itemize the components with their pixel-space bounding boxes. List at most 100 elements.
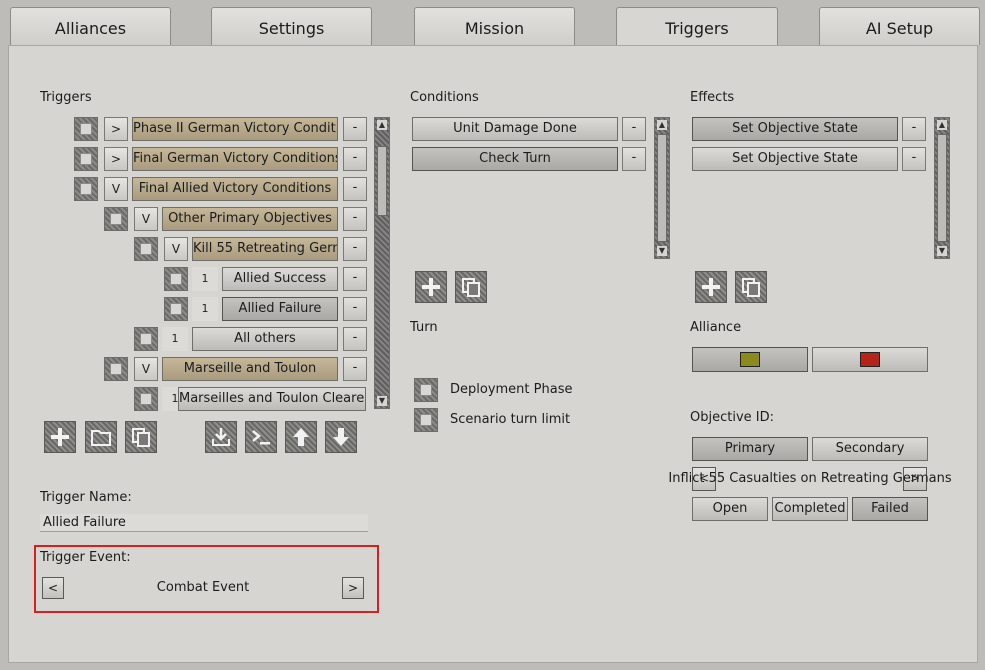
trigger-item[interactable]: Marseille and Toulon [162, 357, 338, 381]
condition-item-selected[interactable]: Check Turn [412, 147, 618, 171]
scroll-down-icon[interactable]: ▼ [657, 246, 667, 256]
objective-name: Inflict 55 Casualties on Retreating Germ… [668, 471, 952, 486]
trigger-item[interactable]: Marseilles and Toulon Cleared [178, 387, 366, 411]
remove-effect-button[interactable]: - [902, 147, 926, 171]
trigger-checkbox[interactable] [164, 297, 188, 321]
scroll-down-icon[interactable]: ▼ [937, 246, 947, 256]
plus-icon [422, 278, 440, 296]
remove-condition-button[interactable]: - [622, 117, 646, 141]
plus-icon [702, 278, 720, 296]
trigger-item[interactable]: Kill 55 Retreating Germans [192, 237, 338, 261]
tab-mission[interactable]: Mission [414, 7, 575, 45]
deployment-phase-checkbox[interactable] [414, 378, 438, 402]
alliance-2-button[interactable] [812, 347, 928, 372]
trigger-item[interactable]: Phase II German Victory Conditions [132, 117, 338, 141]
trigger-item[interactable]: Allied Success [222, 267, 338, 291]
trigger-count: 1 [192, 267, 218, 291]
import-button[interactable] [205, 421, 237, 453]
trigger-toggle-button[interactable]: > [104, 117, 128, 141]
trigger-name-field[interactable]: Allied Failure [40, 514, 368, 532]
conditions-scrollbar[interactable]: ▲ ▼ [654, 117, 670, 259]
open-folder-button[interactable] [85, 421, 117, 453]
tab-ai-setup[interactable]: AI Setup [819, 7, 980, 45]
remove-trigger-button[interactable]: - [343, 147, 367, 171]
remove-trigger-button[interactable]: - [343, 177, 367, 201]
trigger-item[interactable]: Final German Victory Conditions [132, 147, 338, 171]
remove-trigger-button[interactable]: - [343, 297, 367, 321]
remove-trigger-button[interactable]: - [343, 327, 367, 351]
trigger-item[interactable]: Final Allied Victory Conditions [132, 177, 338, 201]
trigger-checkbox[interactable] [74, 147, 98, 171]
triggers-scrollbar[interactable]: ▲ ▼ [374, 117, 390, 409]
effect-item-selected[interactable]: Set Objective State [692, 117, 898, 141]
trigger-checkbox[interactable] [164, 267, 188, 291]
trigger-checkbox[interactable] [134, 387, 158, 411]
secondary-objective-button[interactable]: Secondary [812, 437, 928, 461]
remove-effect-button[interactable]: - [902, 117, 926, 141]
objective-open-button[interactable]: Open [692, 497, 768, 521]
objective-completed-button[interactable]: Completed [772, 497, 848, 521]
trigger-event-next-button[interactable]: > [342, 577, 364, 599]
triggers-heading: Triggers [40, 90, 92, 105]
trigger-event-label: Trigger Event: [40, 550, 131, 565]
scrollbar-thumb[interactable] [657, 134, 667, 242]
scroll-up-icon[interactable]: ▲ [377, 120, 387, 130]
copy-trigger-button[interactable] [125, 421, 157, 453]
trigger-item[interactable]: Other Primary Objectives [162, 207, 338, 231]
tab-triggers[interactable]: Triggers [616, 7, 778, 47]
condition-item[interactable]: Unit Damage Done [412, 117, 618, 141]
copy-effect-button[interactable] [735, 271, 767, 303]
conditions-heading: Conditions [410, 90, 479, 105]
scrollbar-thumb[interactable] [377, 146, 387, 216]
tab-settings[interactable]: Settings [211, 7, 372, 45]
remove-condition-button[interactable]: - [622, 147, 646, 171]
scenario-turn-limit-checkbox[interactable] [414, 408, 438, 432]
scroll-up-icon[interactable]: ▲ [937, 120, 947, 130]
alliance-1-color [740, 352, 760, 367]
remove-trigger-button[interactable]: - [343, 267, 367, 291]
plus-icon [51, 428, 69, 446]
remove-trigger-button[interactable]: - [343, 357, 367, 381]
trigger-toggle-button[interactable]: V [134, 357, 158, 381]
move-up-button[interactable] [285, 421, 317, 453]
trigger-checkbox[interactable] [104, 357, 128, 381]
primary-objective-button[interactable]: Primary [692, 437, 808, 461]
turn-heading: Turn [410, 320, 438, 335]
effects-scrollbar[interactable]: ▲ ▼ [934, 117, 950, 259]
alliance-1-button[interactable] [692, 347, 808, 372]
tab-alliances[interactable]: Alliances [10, 7, 171, 45]
add-condition-button[interactable] [415, 271, 447, 303]
deployment-phase-label: Deployment Phase [450, 382, 573, 397]
import-icon [212, 428, 230, 446]
trigger-count: 1 [192, 297, 218, 321]
add-trigger-button[interactable] [44, 421, 76, 453]
copy-icon [742, 278, 760, 297]
remove-trigger-button[interactable]: - [343, 117, 367, 141]
scroll-down-icon[interactable]: ▼ [377, 396, 387, 406]
add-effect-button[interactable] [695, 271, 727, 303]
scroll-up-icon[interactable]: ▲ [657, 120, 667, 130]
objective-failed-button[interactable]: Failed [852, 497, 928, 521]
trigger-checkbox[interactable] [104, 207, 128, 231]
remove-trigger-button[interactable]: - [343, 207, 367, 231]
trigger-name-label: Trigger Name: [40, 490, 132, 505]
trigger-toggle-button[interactable]: V [104, 177, 128, 201]
scenario-turn-limit-label: Scenario turn limit [450, 412, 571, 427]
effect-item[interactable]: Set Objective State [692, 147, 898, 171]
alliance-heading: Alliance [690, 320, 742, 335]
trigger-toggle-button[interactable]: V [134, 207, 158, 231]
move-down-button[interactable] [325, 421, 357, 453]
objective-id-heading: Objective ID: [690, 410, 774, 425]
trigger-checkbox[interactable] [74, 177, 98, 201]
trigger-checkbox[interactable] [134, 237, 158, 261]
trigger-toggle-button[interactable]: > [104, 147, 128, 171]
copy-condition-button[interactable] [455, 271, 487, 303]
console-button[interactable] [245, 421, 277, 453]
scrollbar-thumb[interactable] [937, 134, 947, 242]
trigger-checkbox[interactable] [134, 327, 158, 351]
remove-trigger-button[interactable]: - [343, 237, 367, 261]
trigger-item-selected[interactable]: Allied Failure [222, 297, 338, 321]
trigger-toggle-button[interactable]: V [164, 237, 188, 261]
trigger-item[interactable]: All others [192, 327, 338, 351]
trigger-checkbox[interactable] [74, 117, 98, 141]
